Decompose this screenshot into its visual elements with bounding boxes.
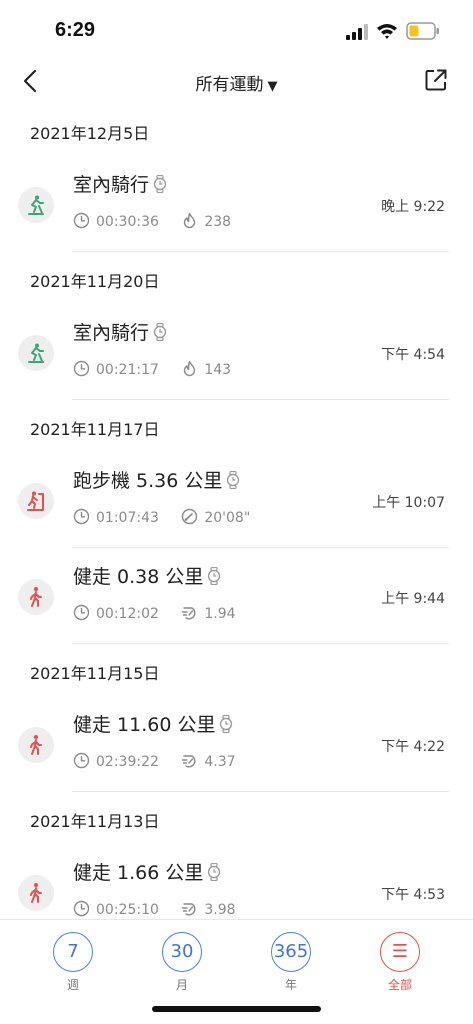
clock-icon bbox=[73, 900, 90, 917]
watch-icon bbox=[219, 714, 233, 734]
workout-title: 健走 0.38 公里 bbox=[73, 566, 204, 588]
workout-title-line: 健走 1.66 公里 bbox=[73, 858, 221, 885]
workout-duration: 00:25:10 bbox=[96, 902, 159, 918]
date-header: 2021年12月5日 bbox=[30, 124, 150, 143]
tab-year[interactable]: 365 年 bbox=[269, 932, 313, 993]
workout-time: 下午 4:54 bbox=[381, 347, 445, 363]
watch-icon bbox=[226, 470, 240, 490]
workout-metric: 143 bbox=[204, 362, 232, 378]
share-icon[interactable] bbox=[424, 68, 448, 92]
workout-metric: 20'08" bbox=[204, 510, 251, 526]
workout-stats: 00:30:36 238 bbox=[73, 212, 231, 230]
speed-icon bbox=[181, 900, 198, 917]
watch-icon bbox=[207, 566, 221, 586]
cycling-icon bbox=[18, 187, 54, 223]
cellular-signal-icon bbox=[346, 24, 368, 40]
tab-circle: 7 bbox=[53, 932, 93, 972]
workout-time: 上午 9:44 bbox=[381, 591, 445, 607]
workout-time: 下午 4:22 bbox=[381, 739, 445, 755]
status-time: 6:29 bbox=[55, 19, 96, 41]
clock-icon bbox=[73, 508, 90, 525]
workout-metric: 238 bbox=[204, 214, 232, 230]
workout-duration: 00:12:02 bbox=[96, 606, 159, 622]
workout-duration: 02:39:22 bbox=[96, 754, 159, 770]
row-divider bbox=[72, 791, 449, 792]
row-divider bbox=[72, 399, 449, 400]
date-header: 2021年11月15日 bbox=[30, 664, 160, 683]
workout-stats: 00:12:02 1.94 bbox=[73, 604, 236, 622]
workout-title: 室內騎行 bbox=[73, 174, 150, 196]
tab-month[interactable]: 30 月 bbox=[160, 932, 204, 993]
speed-icon bbox=[181, 752, 198, 769]
workout-title-line: 跑步機 5.36 公里 bbox=[73, 466, 240, 493]
workout-title-line: 健走 0.38 公里 bbox=[73, 562, 221, 589]
sport-filter-dropdown[interactable]: 所有運動 ▼ bbox=[0, 70, 473, 95]
walking-icon bbox=[18, 727, 54, 763]
tab-label: 全部 bbox=[387, 978, 412, 992]
clock-icon bbox=[73, 212, 90, 229]
flame-icon bbox=[181, 360, 198, 377]
tab-week[interactable]: 7週 bbox=[51, 932, 95, 993]
pace-icon bbox=[181, 508, 198, 525]
treadmill-icon bbox=[18, 483, 54, 519]
workout-stats: 00:25:10 3.98 bbox=[73, 900, 236, 918]
row-divider bbox=[72, 251, 449, 252]
workout-title-line: 健走 11.60 公里 bbox=[73, 710, 233, 737]
workout-list: 2021年12月5日 室內騎行 00:30:36 238 晚上 9:22 202… bbox=[0, 104, 473, 940]
navigation-bar: 所有運動 ▼ bbox=[0, 58, 473, 104]
watch-icon bbox=[153, 322, 167, 342]
workout-stats: 01:07:43 20'08" bbox=[73, 508, 250, 526]
flame-icon bbox=[181, 212, 198, 229]
workout-title: 室內騎行 bbox=[73, 322, 150, 344]
workout-title: 健走 1.66 公里 bbox=[73, 862, 204, 884]
tab-circle: 30 bbox=[162, 932, 202, 972]
workout-stats: 02:39:22 4.37 bbox=[73, 752, 236, 770]
workout-row[interactable]: 健走 11.60 公里 02:39:22 4.37 下午 4:22 bbox=[0, 696, 473, 792]
workout-duration: 01:07:43 bbox=[96, 510, 159, 526]
workout-stats: 00:21:17 143 bbox=[73, 360, 231, 378]
walking-icon bbox=[18, 875, 54, 911]
home-indicator bbox=[152, 1006, 321, 1012]
date-header: 2021年11月20日 bbox=[30, 272, 160, 291]
walking-icon bbox=[18, 579, 54, 615]
workout-row[interactable]: 室內騎行 00:30:36 238 晚上 9:22 bbox=[0, 156, 473, 252]
battery-icon bbox=[406, 22, 439, 40]
screen: 6:29 所有運動 ▼ 2021年12月5日 室內騎行 00:30:36 238… bbox=[0, 0, 473, 1024]
workout-duration: 00:30:36 bbox=[96, 214, 159, 230]
workout-metric: 4.37 bbox=[204, 754, 236, 770]
clock-icon bbox=[73, 752, 90, 769]
cycling-icon bbox=[18, 335, 54, 371]
tab-label: 月 bbox=[175, 978, 188, 992]
workout-row[interactable]: 跑步機 5.36 公里 01:07:43 20'08" 上午 10:07 bbox=[0, 452, 473, 548]
workout-time: 晚上 9:22 bbox=[381, 199, 445, 215]
wifi-icon bbox=[377, 24, 397, 39]
tab-circle: 365 bbox=[271, 932, 311, 972]
workout-metric: 3.98 bbox=[204, 902, 236, 918]
clock-icon bbox=[73, 360, 90, 377]
workout-time: 上午 10:07 bbox=[372, 495, 445, 511]
tab-all[interactable]: ☰ 全部 bbox=[378, 932, 422, 993]
status-bar: 6:29 bbox=[0, 0, 473, 64]
workout-title-line: 室內騎行 bbox=[73, 170, 167, 197]
date-header: 2021年11月17日 bbox=[30, 420, 160, 439]
workout-title-line: 室內騎行 bbox=[73, 318, 167, 345]
watch-icon bbox=[153, 174, 167, 194]
row-divider bbox=[72, 643, 449, 644]
workout-title: 健走 11.60 公里 bbox=[73, 714, 216, 736]
workout-metric: 1.94 bbox=[204, 606, 236, 622]
dropdown-triangle-icon: ▼ bbox=[267, 79, 278, 94]
date-header: 2021年11月13日 bbox=[30, 812, 160, 831]
tab-circle: ☰ bbox=[380, 932, 420, 972]
tab-label: 年 bbox=[284, 978, 297, 992]
workout-row[interactable]: 健走 0.38 公里 00:12:02 1.94 上午 9:44 bbox=[0, 548, 473, 644]
workout-duration: 00:21:17 bbox=[96, 362, 159, 378]
tab-label: 週 bbox=[66, 978, 79, 992]
workout-row[interactable]: 室內騎行 00:21:17 143 下午 4:54 bbox=[0, 304, 473, 400]
speed-icon bbox=[181, 604, 198, 621]
watch-icon bbox=[207, 862, 221, 882]
workout-time: 下午 4:53 bbox=[381, 887, 445, 903]
clock-icon bbox=[73, 604, 90, 621]
nav-title-text: 所有運動 bbox=[195, 75, 264, 95]
workout-title: 跑步機 5.36 公里 bbox=[73, 470, 223, 492]
